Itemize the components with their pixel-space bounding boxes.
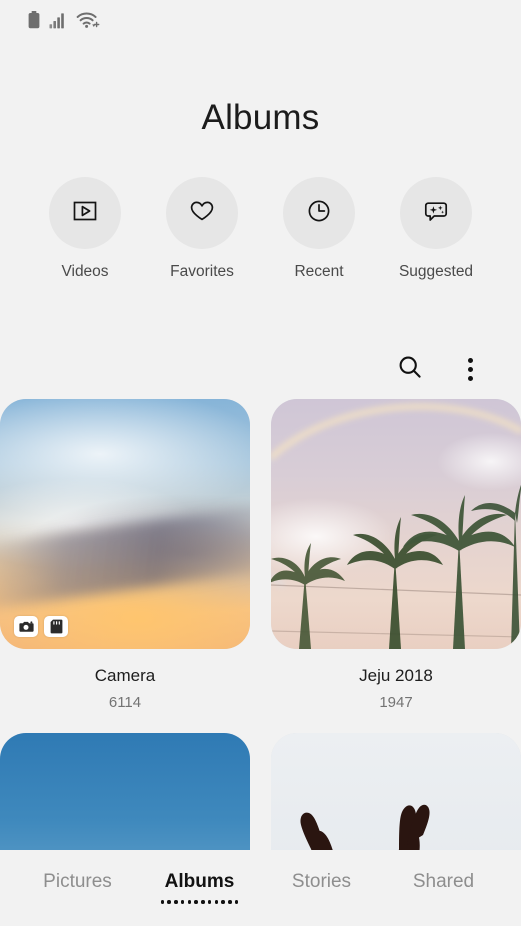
tab-pictures-label: Pictures	[43, 871, 112, 892]
bottom-tab-bar: Pictures Albums Stories Shared	[0, 850, 521, 926]
album-thumbnail[interactable]	[0, 399, 250, 649]
tab-shared[interactable]: Shared	[383, 872, 505, 904]
album-name: Jeju 2018	[359, 666, 433, 685]
wifi-icon	[76, 11, 100, 34]
album-card[interactable]	[0, 733, 250, 850]
quick-access-videos[interactable]: Videos	[40, 177, 130, 281]
quick-access-videos-label: Videos	[61, 263, 109, 280]
sd-card-icon	[44, 616, 68, 637]
album-card[interactable]	[271, 733, 521, 850]
album-card[interactable]: Jeju 2018 1947	[271, 399, 521, 711]
video-play-square-icon	[70, 196, 100, 231]
raised-hands-artwork	[271, 733, 521, 850]
camera-icon	[14, 616, 38, 637]
quick-access-recent-circle	[283, 177, 355, 249]
more-vertical-icon	[467, 354, 473, 384]
quick-access-row: Videos Favorites Recent Suggested	[0, 135, 521, 281]
albums-grid: Camera 6114 Jeju 2018 1947	[0, 399, 521, 850]
search-button[interactable]	[395, 354, 425, 384]
signal-icon	[49, 11, 67, 34]
album-thumbnail[interactable]	[271, 399, 521, 649]
album-thumbnail[interactable]	[271, 733, 521, 850]
album-item-count: 1947	[379, 694, 413, 711]
quick-access-videos-circle	[49, 177, 121, 249]
tab-shared-label: Shared	[412, 871, 475, 892]
search-icon	[396, 353, 424, 386]
quick-access-favorites-label: Favorites	[170, 263, 234, 280]
album-thumbnail[interactable]	[0, 733, 250, 850]
tab-albums[interactable]: Albums	[139, 872, 261, 904]
albums-toolbar	[0, 339, 521, 399]
heart-icon	[187, 196, 217, 231]
quick-access-recent[interactable]: Recent	[274, 177, 364, 281]
palm-trees-rainbow-artwork	[271, 399, 521, 649]
sunset-sky-artwork	[0, 399, 250, 649]
gallery-app-screen: Albums Videos Favorites Recent Suggested…	[0, 0, 521, 926]
more-options-button[interactable]	[455, 354, 485, 384]
tab-pictures[interactable]: Pictures	[17, 872, 139, 904]
album-card[interactable]: Camera 6114	[0, 399, 250, 711]
blue-sky-artwork	[0, 733, 250, 850]
clock-icon	[304, 196, 334, 231]
tab-stories[interactable]: Stories	[261, 872, 383, 904]
quick-access-favorites-circle	[166, 177, 238, 249]
status-bar	[0, 0, 521, 44]
quick-access-suggested-circle	[400, 177, 472, 249]
tab-underline-active	[160, 900, 239, 904]
tab-stories-label: Stories	[291, 871, 352, 892]
tab-albums-label: Albums	[164, 871, 235, 892]
quick-access-recent-label: Recent	[294, 263, 344, 280]
quick-access-suggested-label: Suggested	[398, 263, 474, 280]
quick-access-suggested[interactable]: Suggested	[391, 177, 481, 281]
albums-grid-scroll[interactable]: Camera 6114 Jeju 2018 1947	[0, 399, 521, 850]
page-title: Albums	[201, 98, 320, 137]
battery-icon	[28, 10, 40, 34]
sparkle-chat-bubble-icon	[421, 196, 451, 231]
quick-access-favorites[interactable]: Favorites	[157, 177, 247, 281]
album-name: Camera	[94, 666, 156, 685]
album-badges	[14, 616, 68, 637]
album-item-count: 6114	[108, 694, 142, 711]
